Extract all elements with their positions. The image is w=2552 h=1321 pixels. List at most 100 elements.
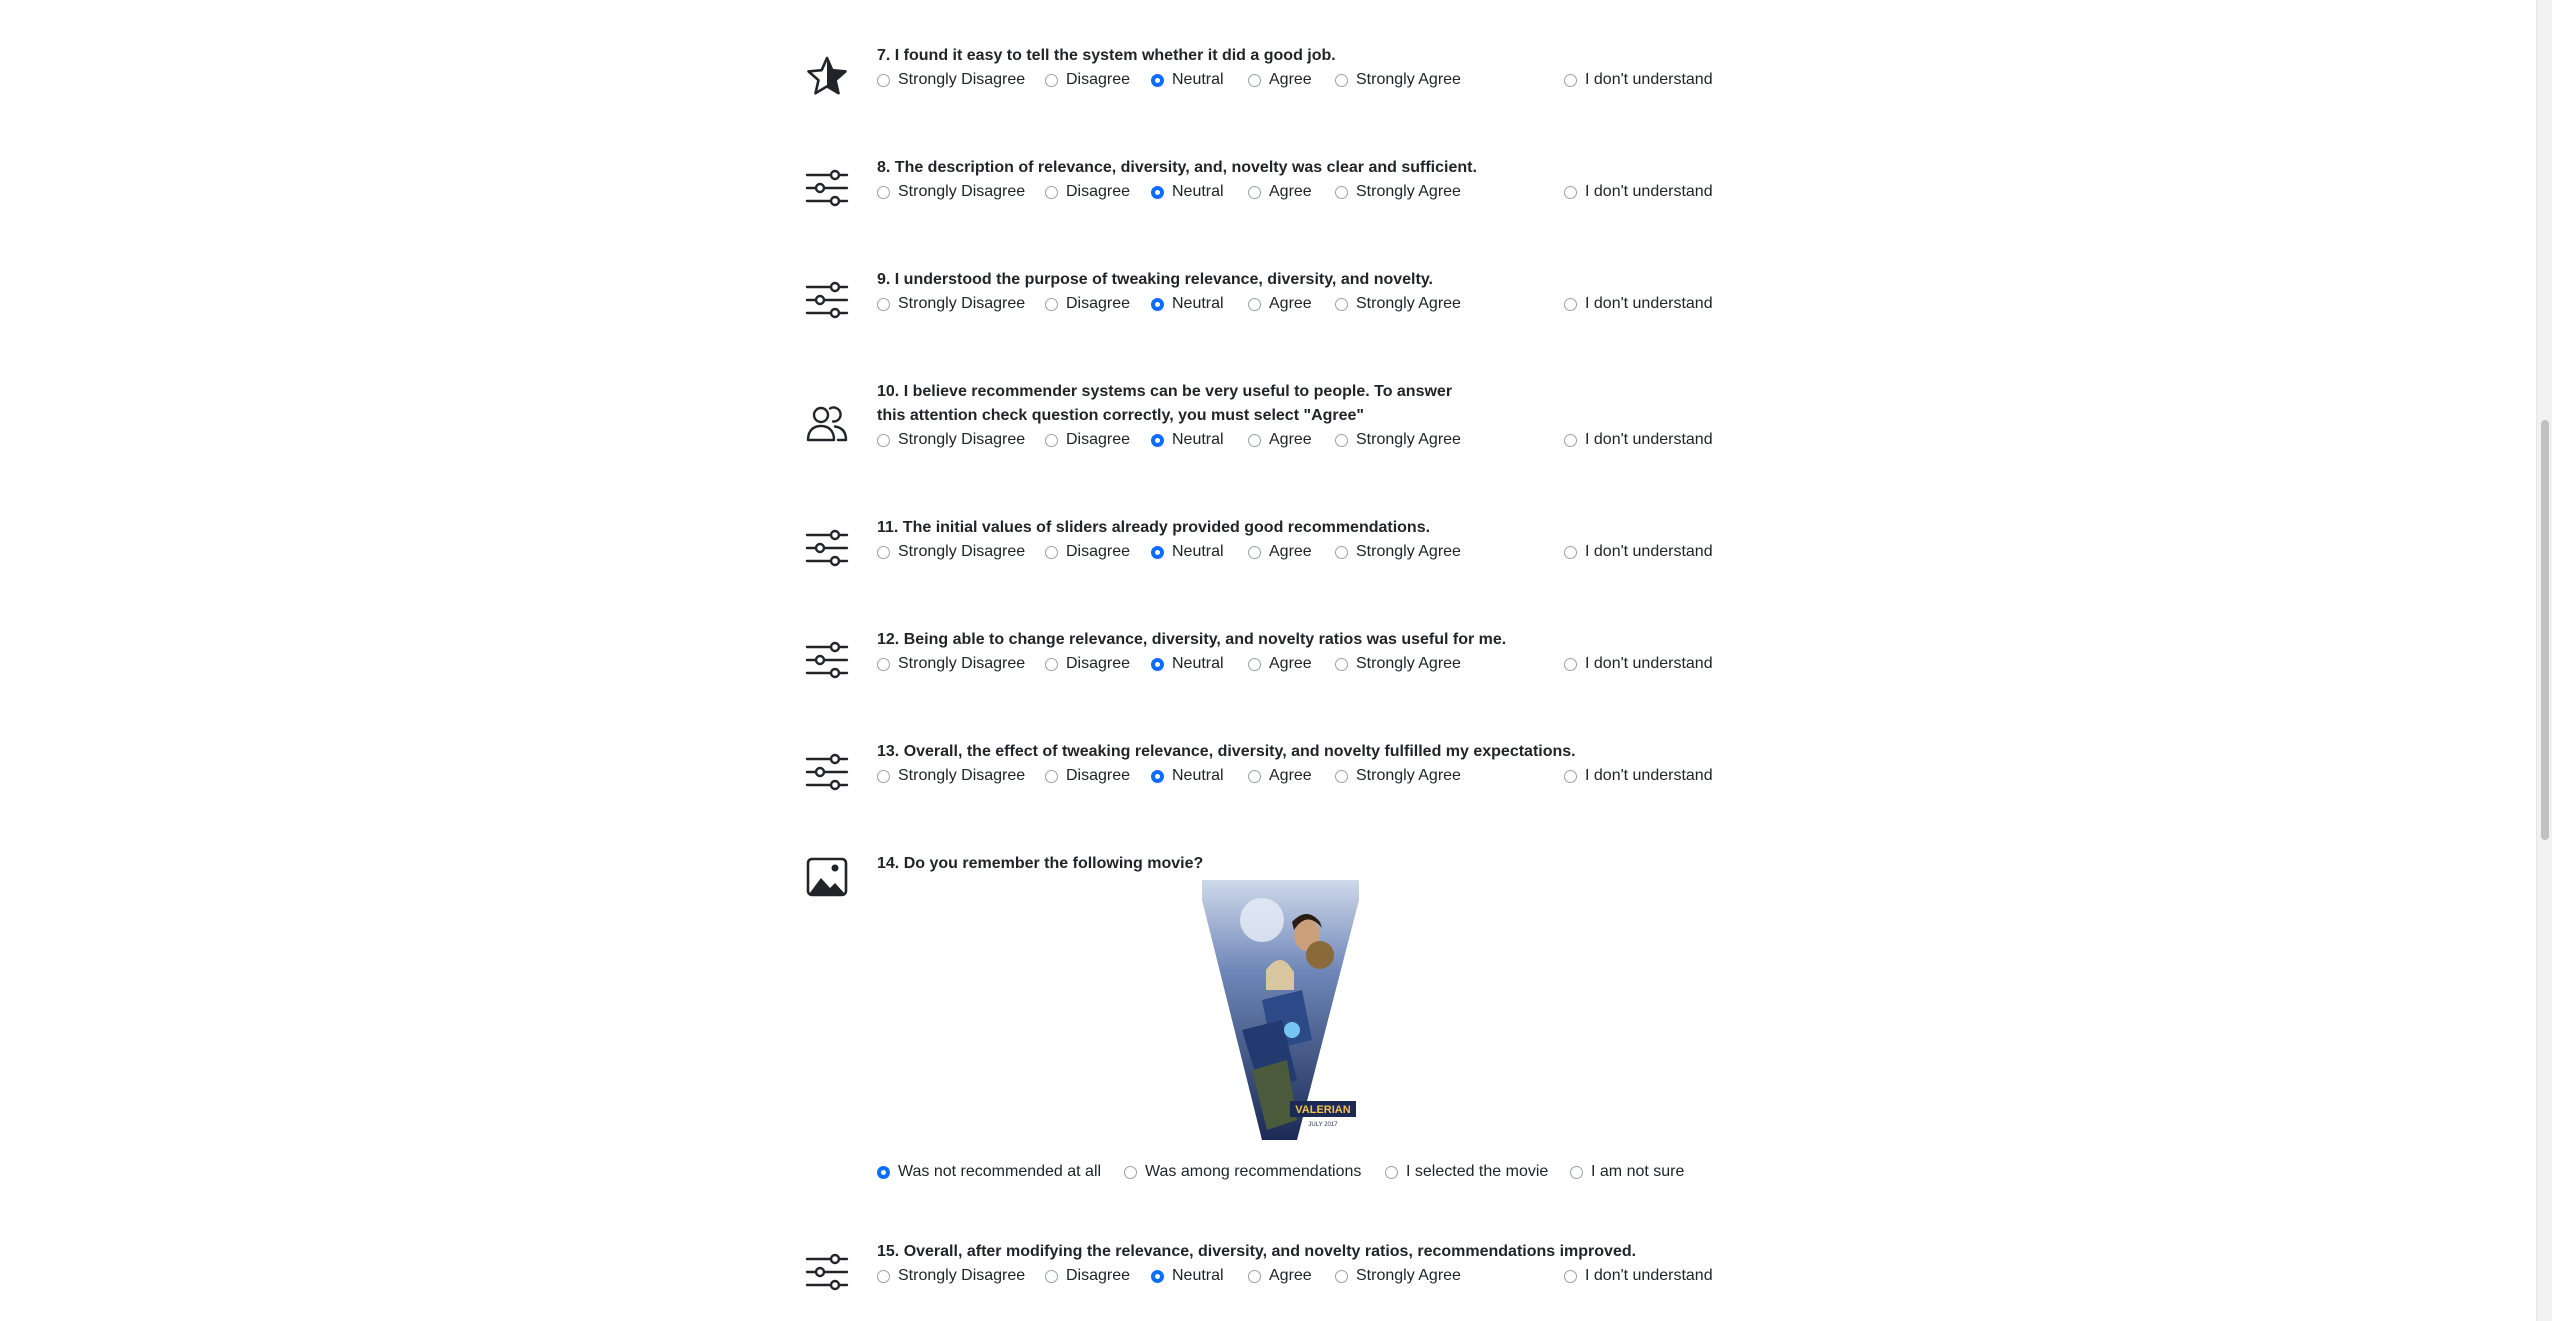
radio-button[interactable]: [1564, 657, 1577, 671]
option-disagree[interactable]: Disagree: [1045, 294, 1130, 314]
radio-button[interactable]: [1570, 1165, 1583, 1179]
radio-button[interactable]: [1335, 185, 1348, 199]
radio-button[interactable]: [1248, 73, 1261, 87]
option-neutral[interactable]: Neutral: [1151, 542, 1224, 562]
option-disagree[interactable]: Disagree: [1045, 766, 1130, 786]
option-strongly-agree[interactable]: Strongly Agree: [1335, 70, 1461, 90]
radio-button[interactable]: [1564, 297, 1577, 311]
option-neutral[interactable]: Neutral: [1151, 430, 1224, 450]
option-neutral[interactable]: Neutral: [1151, 182, 1224, 202]
radio-button[interactable]: [877, 297, 890, 311]
radio-button[interactable]: [1248, 657, 1261, 671]
radio-button[interactable]: [1124, 1165, 1137, 1179]
radio-button[interactable]: [1151, 185, 1164, 199]
radio-button[interactable]: [1151, 545, 1164, 559]
radio-button[interactable]: [1045, 185, 1058, 199]
radio-button[interactable]: [1248, 433, 1261, 447]
option-strongly-agree[interactable]: Strongly Agree: [1335, 1266, 1461, 1286]
radio-button[interactable]: [877, 545, 890, 559]
option-dont-understand[interactable]: I don't understand: [1564, 654, 1713, 674]
radio-button[interactable]: [1335, 73, 1348, 87]
radio-button[interactable]: [1335, 769, 1348, 783]
radio-button[interactable]: [1151, 433, 1164, 447]
radio-button[interactable]: [1151, 1269, 1164, 1283]
option-dont-understand[interactable]: I don't understand: [1564, 182, 1713, 202]
radio-button[interactable]: [1045, 1269, 1058, 1283]
option-neutral[interactable]: Neutral: [1151, 766, 1224, 786]
option-disagree[interactable]: Disagree: [1045, 654, 1130, 674]
option-selected-movie[interactable]: I selected the movie: [1385, 1162, 1548, 1182]
option-agree[interactable]: Agree: [1248, 766, 1312, 786]
radio-button[interactable]: [1151, 297, 1164, 311]
option-strongly-disagree[interactable]: Strongly Disagree: [877, 542, 1025, 562]
option-disagree[interactable]: Disagree: [1045, 1266, 1130, 1286]
option-strongly-disagree[interactable]: Strongly Disagree: [877, 654, 1025, 674]
radio-button[interactable]: [877, 1165, 890, 1179]
option-dont-understand[interactable]: I don't understand: [1564, 542, 1713, 562]
option-strongly-agree[interactable]: Strongly Agree: [1335, 430, 1461, 450]
option-neutral[interactable]: Neutral: [1151, 294, 1224, 314]
option-agree[interactable]: Agree: [1248, 294, 1312, 314]
radio-button[interactable]: [1564, 769, 1577, 783]
option-neutral[interactable]: Neutral: [1151, 70, 1224, 90]
radio-button[interactable]: [1045, 769, 1058, 783]
radio-button[interactable]: [877, 73, 890, 87]
option-not-sure[interactable]: I am not sure: [1570, 1162, 1684, 1182]
option-dont-understand[interactable]: I don't understand: [1564, 430, 1713, 450]
option-disagree[interactable]: Disagree: [1045, 70, 1130, 90]
vertical-scrollbar[interactable]: [2536, 0, 2552, 1321]
option-agree[interactable]: Agree: [1248, 430, 1312, 450]
radio-button[interactable]: [1564, 1269, 1577, 1283]
option-disagree[interactable]: Disagree: [1045, 430, 1130, 450]
option-among-recommendations[interactable]: Was among recommendations: [1124, 1162, 1361, 1182]
radio-button[interactable]: [877, 1269, 890, 1283]
radio-button[interactable]: [1151, 657, 1164, 671]
option-agree[interactable]: Agree: [1248, 542, 1312, 562]
option-strongly-disagree[interactable]: Strongly Disagree: [877, 766, 1025, 786]
option-agree[interactable]: Agree: [1248, 1266, 1312, 1286]
radio-button[interactable]: [1248, 297, 1261, 311]
radio-button[interactable]: [1045, 297, 1058, 311]
radio-button[interactable]: [1335, 297, 1348, 311]
radio-button[interactable]: [1045, 433, 1058, 447]
radio-button[interactable]: [1248, 545, 1261, 559]
option-agree[interactable]: Agree: [1248, 654, 1312, 674]
option-strongly-disagree[interactable]: Strongly Disagree: [877, 70, 1025, 90]
option-agree[interactable]: Agree: [1248, 70, 1312, 90]
option-disagree[interactable]: Disagree: [1045, 542, 1130, 562]
radio-button[interactable]: [1335, 545, 1348, 559]
option-strongly-disagree[interactable]: Strongly Disagree: [877, 294, 1025, 314]
radio-button[interactable]: [877, 433, 890, 447]
radio-button[interactable]: [1335, 433, 1348, 447]
radio-button[interactable]: [877, 769, 890, 783]
radio-button[interactable]: [1248, 769, 1261, 783]
radio-button[interactable]: [1564, 433, 1577, 447]
radio-button[interactable]: [877, 657, 890, 671]
option-agree[interactable]: Agree: [1248, 182, 1312, 202]
radio-button[interactable]: [1248, 1269, 1261, 1283]
option-strongly-disagree[interactable]: Strongly Disagree: [877, 1266, 1025, 1286]
radio-button[interactable]: [1564, 73, 1577, 87]
radio-button[interactable]: [1045, 657, 1058, 671]
radio-button[interactable]: [1335, 1269, 1348, 1283]
radio-button[interactable]: [1335, 657, 1348, 671]
option-strongly-agree[interactable]: Strongly Agree: [1335, 766, 1461, 786]
radio-button[interactable]: [877, 185, 890, 199]
option-strongly-agree[interactable]: Strongly Agree: [1335, 654, 1461, 674]
option-dont-understand[interactable]: I don't understand: [1564, 766, 1713, 786]
radio-button[interactable]: [1248, 185, 1261, 199]
option-strongly-disagree[interactable]: Strongly Disagree: [877, 182, 1025, 202]
option-disagree[interactable]: Disagree: [1045, 182, 1130, 202]
radio-button[interactable]: [1045, 545, 1058, 559]
radio-button[interactable]: [1151, 769, 1164, 783]
radio-button[interactable]: [1385, 1165, 1398, 1179]
scrollbar-thumb[interactable]: [2541, 420, 2549, 840]
option-strongly-agree[interactable]: Strongly Agree: [1335, 294, 1461, 314]
option-strongly-agree[interactable]: Strongly Agree: [1335, 182, 1461, 202]
option-not-recommended[interactable]: Was not recommended at all: [877, 1162, 1101, 1182]
option-dont-understand[interactable]: I don't understand: [1564, 70, 1713, 90]
option-strongly-agree[interactable]: Strongly Agree: [1335, 542, 1461, 562]
option-neutral[interactable]: Neutral: [1151, 1266, 1224, 1286]
option-dont-understand[interactable]: I don't understand: [1564, 294, 1713, 314]
option-strongly-disagree[interactable]: Strongly Disagree: [877, 430, 1025, 450]
